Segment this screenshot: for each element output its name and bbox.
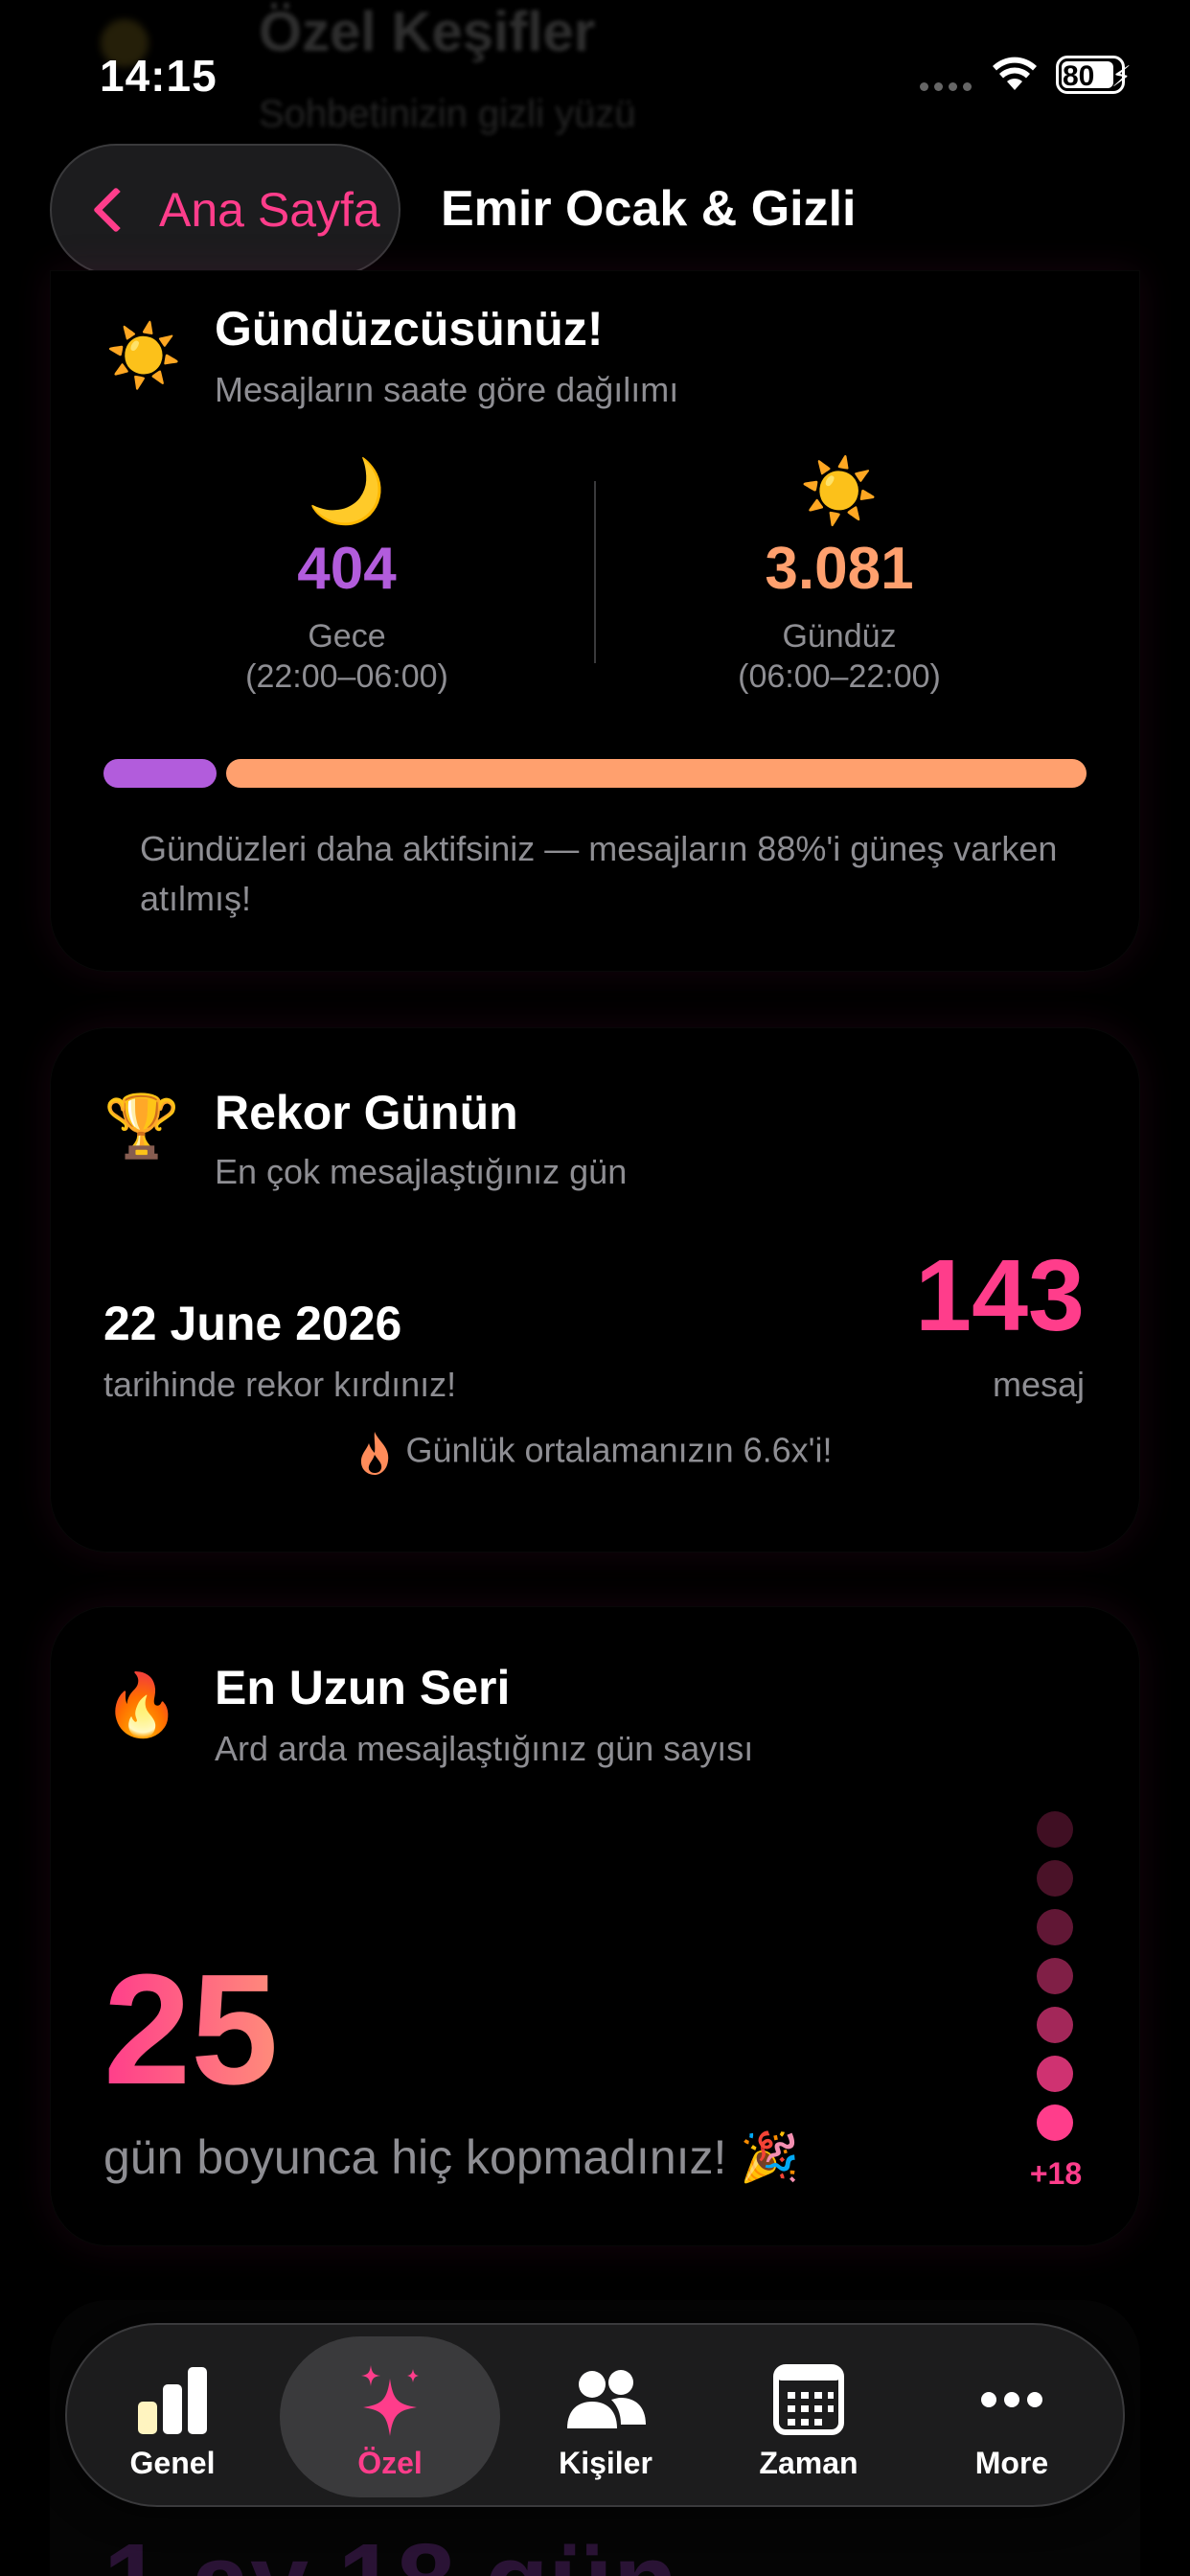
moon-icon: 🌙 bbox=[307, 455, 387, 526]
day-night-stats: 🌙 404 Gece (22:00–06:00) ☀️ 3.081 Gündüz(… bbox=[50, 452, 1140, 702]
record-count: 143 bbox=[915, 1239, 1085, 1352]
tab-more[interactable]: More bbox=[916, 2325, 1108, 2509]
streak-value: 25 bbox=[103, 1940, 278, 2120]
tab-bar: Genel Özel Kişiler Zaman More bbox=[65, 2323, 1125, 2507]
tab-label: Özel bbox=[357, 2446, 423, 2480]
record-unit: mesaj bbox=[992, 1365, 1085, 1404]
fire-icon: 🔥 bbox=[103, 1670, 180, 1739]
day-bar-segment bbox=[226, 759, 1087, 788]
back-button-label: Ana Sayfa bbox=[159, 183, 380, 237]
next-card-value: 1 ay 18 gün bbox=[103, 2520, 677, 2576]
day-label: Gündüz bbox=[782, 618, 897, 655]
status-bar: 14:15 80 ⚡ bbox=[0, 0, 1190, 153]
tab-label: Zaman bbox=[759, 2446, 858, 2480]
night-range: (22:00–06:00) bbox=[245, 658, 448, 695]
card-title: Gündüzcüsünüz! bbox=[215, 302, 604, 356]
trophy-icon: 🏆 bbox=[103, 1092, 180, 1161]
tab-label: More bbox=[974, 2446, 1049, 2480]
back-button[interactable]: Ana Sayfa bbox=[50, 144, 400, 276]
sparkles-icon bbox=[361, 2365, 419, 2436]
page-title: Emir Ocak & Gizli bbox=[441, 181, 857, 237]
record-footnote: Günlük ortalamanızın 6.6x'i! bbox=[50, 1430, 1140, 1476]
day-range: (06:00–22:00) bbox=[738, 658, 941, 695]
streak-dot bbox=[1037, 1860, 1073, 1897]
night-label: Gece bbox=[308, 618, 386, 655]
tab-ozel[interactable]: Özel bbox=[280, 2336, 500, 2497]
day-value: 3.081 bbox=[765, 536, 914, 602]
card-subtitle: Ard arda mesajlaştığınız gün sayısı bbox=[215, 1729, 754, 1768]
tab-label: Genel bbox=[129, 2446, 216, 2480]
day-night-card: ☀️ Gündüzcüsünüz! Mesajların saate göre … bbox=[50, 270, 1140, 972]
status-time: 14:15 bbox=[100, 51, 217, 101]
record-date: 22 June 2026 bbox=[103, 1297, 402, 1350]
streak-caption: gün boyunca hiç kopmadınız! 🎉 bbox=[103, 2130, 800, 2184]
day-night-note: Gündüzleri daha aktifsiniz — mesajların … bbox=[140, 829, 1058, 918]
streak-dot bbox=[1037, 1958, 1073, 1994]
divider bbox=[594, 481, 596, 663]
streak-dot bbox=[1037, 1811, 1073, 1848]
night-bar-segment bbox=[103, 759, 217, 788]
record-date-caption: tarihinde rekor kırdınız! bbox=[103, 1365, 457, 1404]
tab-zaman[interactable]: Zaman bbox=[713, 2325, 904, 2509]
battery-icon: 80 ⚡ bbox=[1056, 56, 1132, 94]
streak-dots bbox=[1037, 1811, 1075, 2153]
wifi-icon bbox=[993, 57, 1037, 90]
tab-label: Kişiler bbox=[559, 2446, 652, 2480]
record-footnote-text: Günlük ortalamanızın 6.6x'i! bbox=[405, 1430, 833, 1470]
streak-dot bbox=[1037, 2056, 1073, 2092]
day-night-ratio-bar bbox=[103, 759, 1087, 788]
streak-card: 🔥 En Uzun Seri Ard arda mesajlaştığınız … bbox=[50, 1606, 1140, 2246]
streak-dot bbox=[1037, 1909, 1073, 1945]
chevron-left-icon bbox=[92, 186, 140, 234]
record-day-card: 🏆 Rekor Günün En çok mesajlaştığınız gün… bbox=[50, 1027, 1140, 1552]
day-stat: ☀️ 3.081 Gündüz (06:00–22:00) bbox=[600, 452, 1079, 697]
tab-genel[interactable]: Genel bbox=[67, 2325, 278, 2509]
fire-icon bbox=[361, 1432, 389, 1475]
cellular-signal-icon bbox=[920, 82, 972, 91]
streak-extra-count: +18 bbox=[1029, 2156, 1083, 2191]
battery-level: 80 bbox=[1063, 60, 1095, 92]
more-icon bbox=[981, 2392, 1042, 2407]
card-title: Rekor Günün bbox=[215, 1086, 518, 1139]
streak-dot bbox=[1037, 2104, 1073, 2141]
people-icon bbox=[567, 2370, 646, 2428]
card-subtitle: En çok mesajlaştığınız gün bbox=[215, 1152, 628, 1191]
sun-icon: ☀️ bbox=[799, 455, 880, 526]
streak-dot bbox=[1037, 2007, 1073, 2043]
card-subtitle: Mesajların saate göre dağılımı bbox=[215, 370, 679, 409]
calendar-icon bbox=[773, 2364, 844, 2435]
sun-icon: ☀️ bbox=[105, 321, 182, 390]
tab-kisiler[interactable]: Kişiler bbox=[500, 2325, 711, 2509]
night-value: 404 bbox=[297, 536, 397, 602]
bar-chart-icon bbox=[138, 2367, 207, 2434]
card-title: En Uzun Seri bbox=[215, 1661, 511, 1714]
night-stat: 🌙 404 Gece (22:00–06:00) bbox=[107, 452, 586, 697]
